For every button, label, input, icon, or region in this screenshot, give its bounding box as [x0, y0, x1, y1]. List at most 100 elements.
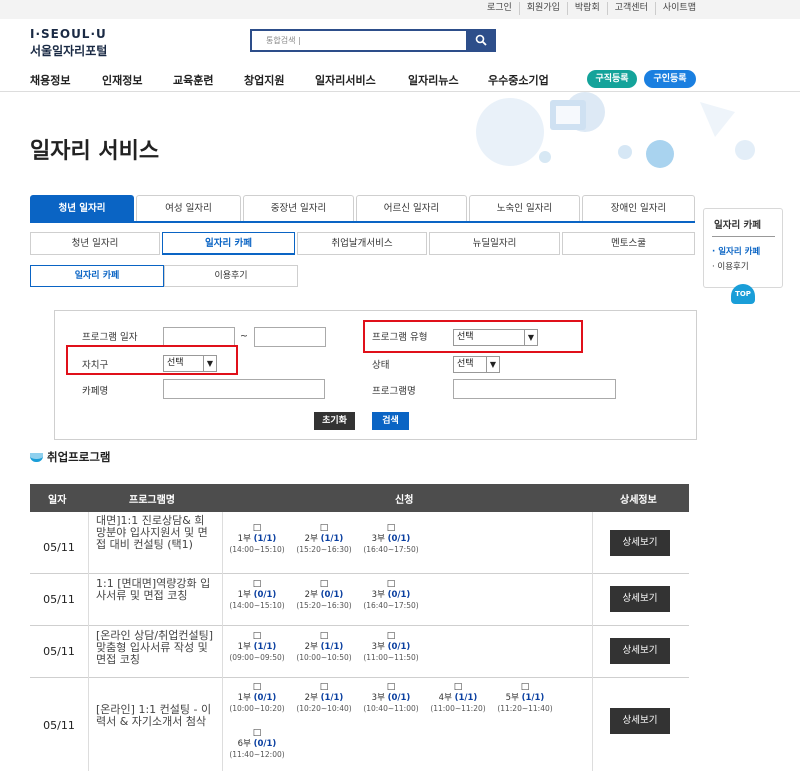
session-number: 2부 — [304, 693, 318, 703]
session-label: 3부 (0/1) — [358, 590, 424, 601]
subtab3-reviews[interactable]: 이용후기 — [164, 265, 298, 287]
detail-button[interactable]: 상세보기 — [610, 638, 670, 664]
detail-button[interactable]: 상세보기 — [610, 530, 670, 556]
side-menu-reviews[interactable]: · 이용후기 — [712, 260, 749, 272]
row-program-name[interactable]: 대면]1:1 진로상담& 희망분야 입사지원서 및 면접 대비 컨설팅 (택1) — [96, 515, 214, 551]
table-row: 05/11 1:1 [면대면]역량강화 입사서류 및 면접 코칭 □ 1부 (0/1)… — [30, 574, 689, 626]
session-checkbox[interactable]: □ — [291, 682, 357, 693]
tab-homeless-jobs[interactable]: 노숙인 일자리 — [469, 195, 580, 222]
nav-job-news[interactable]: 일자리뉴스 — [408, 72, 459, 88]
tab-disabled-jobs[interactable]: 장애인 일자리 — [582, 195, 695, 222]
session-slot: □ 3부 (0/1) (11:00~11:50) — [358, 631, 424, 663]
program-name-input[interactable] — [453, 379, 616, 399]
session-checkbox[interactable]: □ — [224, 523, 290, 534]
row-program-name[interactable]: 1:1 [면대면]역량강화 입사서류 및 면접 코칭 — [96, 578, 214, 602]
session-checkbox[interactable]: □ — [291, 631, 357, 642]
session-slot: □ 6부 (0/1) (11:40~12:00) — [224, 728, 290, 760]
section-title-text: 취업프로그램 — [47, 450, 111, 464]
row-program-name[interactable]: [온라인 상담/취업컨설팅] 맞춤형 입사서류 작성 및 면접 코칭 — [96, 630, 214, 666]
date-to-input[interactable] — [254, 327, 326, 347]
tab-youth-jobs[interactable]: 청년 일자리 — [30, 195, 134, 222]
status-select[interactable]: 선택 ▼ — [453, 356, 500, 373]
reset-button[interactable]: 초기화 — [314, 412, 355, 430]
search-input[interactable]: 통합검색 | — [266, 35, 301, 46]
scroll-top-button[interactable]: TOP — [731, 284, 755, 304]
nav-job-info[interactable]: 채용정보 — [30, 72, 70, 88]
session-checkbox[interactable]: □ — [291, 579, 357, 590]
session-checkbox[interactable]: □ — [358, 523, 424, 534]
nav-sme[interactable]: 우수중소기업 — [488, 72, 549, 88]
session-time: (10:40~11:00) — [363, 704, 419, 713]
session-slot: □ 2부 (0/1) (15:20~16:30) — [291, 579, 357, 611]
tab-middle-age-jobs[interactable]: 중장년 일자리 — [243, 195, 354, 222]
tab-senior-jobs[interactable]: 어르신 일자리 — [356, 195, 467, 222]
job-register-button[interactable]: 구직등록 — [587, 70, 637, 88]
table-row: 05/11 대면]1:1 진로상담& 희망분야 입사지원서 및 면접 대비 컨설팅… — [30, 512, 689, 574]
session-checkbox[interactable]: □ — [224, 579, 290, 590]
tab-women-jobs[interactable]: 여성 일자리 — [136, 195, 241, 222]
session-label: 2부 (1/1) — [291, 642, 357, 653]
subtab-job-cafe[interactable]: 일자리 카페 — [162, 232, 295, 255]
global-search[interactable]: 통합검색 | — [250, 29, 496, 52]
subtab-new-deal[interactable]: 뉴딜일자리 — [429, 232, 560, 255]
submit-search-button[interactable]: 검색 — [372, 412, 409, 430]
session-time: (15:20~16:30) — [296, 601, 352, 610]
program-name-label: 프로그램명 — [372, 386, 416, 397]
session-label: 1부 (1/1) — [224, 534, 290, 545]
column-divider — [592, 512, 593, 574]
session-checkbox[interactable]: □ — [224, 728, 290, 739]
session-slot: □ 1부 (1/1) (09:00~09:50) — [224, 631, 290, 663]
login-link[interactable]: 로그인 — [480, 2, 519, 15]
subtab-wings-service[interactable]: 취업날개서비스 — [297, 232, 427, 255]
session-checkbox[interactable]: □ — [224, 631, 290, 642]
subtab3-job-cafe[interactable]: 일자리 카페 — [30, 265, 164, 287]
session-checkbox[interactable]: □ — [291, 523, 357, 534]
date-from-input[interactable] — [163, 327, 235, 347]
status-label: 상태 — [372, 360, 390, 371]
session-capacity: (1/1) — [253, 534, 277, 544]
session-checkbox[interactable]: □ — [224, 682, 290, 693]
nav-startup[interactable]: 창업지원 — [244, 72, 284, 88]
nav-education[interactable]: 교육훈련 — [173, 72, 213, 88]
customer-center-link[interactable]: 고객센터 — [606, 2, 655, 15]
search-button[interactable] — [466, 29, 496, 52]
session-time: (14:00~15:10) — [229, 601, 285, 610]
session-capacity: (1/1) — [253, 642, 277, 652]
hire-register-button[interactable]: 구인등록 — [644, 70, 696, 88]
session-number: 4부 — [438, 693, 452, 703]
session-checkbox[interactable]: □ — [492, 682, 558, 693]
subtab-mentor-school[interactable]: 멘토스쿨 — [562, 232, 695, 255]
session-number: 1부 — [237, 534, 251, 544]
cafe-name-input[interactable] — [163, 379, 325, 399]
nav-job-service[interactable]: 일자리서비스 — [315, 72, 376, 88]
session-checkbox[interactable]: □ — [358, 682, 424, 693]
session-time: (09:00~09:50) — [229, 653, 285, 662]
session-number: 3부 — [371, 642, 385, 652]
session-capacity: (0/1) — [387, 642, 411, 652]
sitemap-link[interactable]: 사이트맵 — [654, 2, 703, 15]
detail-button[interactable]: 상세보기 — [610, 586, 670, 612]
job-fair-link[interactable]: 박람회 — [566, 2, 607, 15]
status-value: 선택 — [457, 359, 474, 369]
detail-button[interactable]: 상세보기 — [610, 708, 670, 734]
logo-title: 서울일자리포털 — [30, 44, 108, 58]
session-checkbox[interactable]: □ — [358, 579, 424, 590]
side-menu-job-cafe[interactable]: · 일자리 카페 — [712, 245, 760, 257]
signup-link[interactable]: 회원가입 — [518, 2, 567, 15]
session-slot: □ 2부 (1/1) (15:20~16:30) — [291, 523, 357, 555]
column-divider — [88, 574, 89, 626]
session-slot: □ 1부 (1/1) (14:00~15:10) — [224, 523, 290, 555]
site-logo[interactable]: I·SEOUL·U 서울일자리포털 — [30, 27, 107, 59]
subtab-youth-jobs[interactable]: 청년 일자리 — [30, 232, 160, 255]
nav-talent-info[interactable]: 인재정보 — [102, 72, 142, 88]
session-label: 6부 (0/1) — [224, 739, 290, 750]
session-checkbox[interactable]: □ — [358, 631, 424, 642]
session-time: (14:00~15:10) — [229, 545, 285, 554]
session-time: (10:00~10:50) — [296, 653, 352, 662]
session-time: (16:40~17:50) — [363, 545, 419, 554]
session-capacity: (1/1) — [521, 693, 545, 703]
col-program-name: 프로그램명 — [129, 495, 175, 506]
session-checkbox[interactable]: □ — [425, 682, 491, 693]
row-program-name[interactable]: [온라인] 1:1 컨설팅 - 이력서 & 자기소개서 첨삭 — [96, 704, 214, 728]
session-time: (10:00~10:20) — [229, 704, 285, 713]
